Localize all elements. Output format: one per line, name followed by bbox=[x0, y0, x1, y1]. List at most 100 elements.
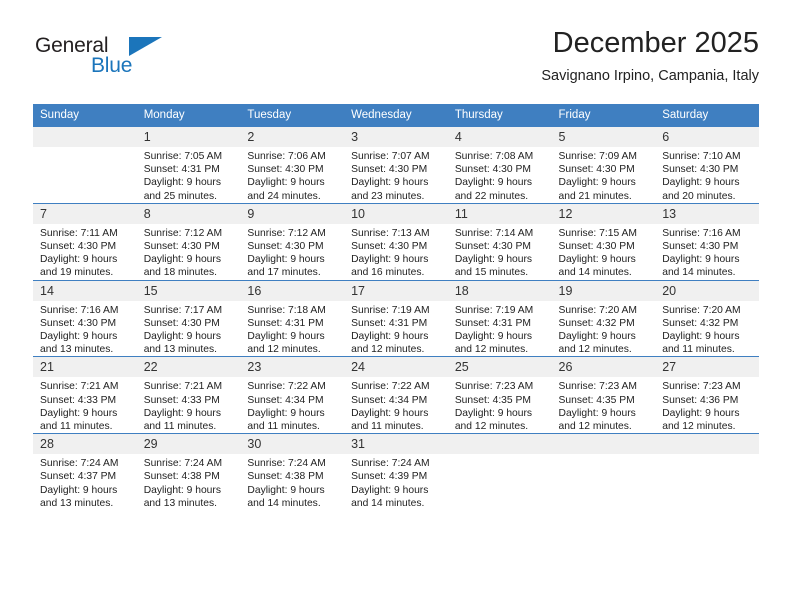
day-detail-line: Sunset: 4:31 PM bbox=[247, 317, 324, 329]
calendar-day-cell[interactable]: 16 Sunrise: 7:18 AM Sunset: 4:31 PM Dayligh… bbox=[240, 279, 345, 357]
day-number: 29 bbox=[136, 434, 241, 455]
day-detail-line: Sunrise: 7:06 AM bbox=[247, 151, 326, 162]
day-detail-line: Daylight: 9 hours bbox=[351, 484, 429, 496]
day-detail-line: and 11 minutes. bbox=[143, 421, 217, 433]
day-detail-line: Sunset: 4:30 PM bbox=[143, 241, 220, 253]
day-number: 16 bbox=[240, 280, 345, 301]
day-detail-line: Daylight: 9 hours bbox=[558, 407, 636, 419]
day-detail-line: Daylight: 9 hours bbox=[143, 484, 221, 496]
day-number: 2 bbox=[240, 127, 345, 147]
day-detail-line: Sunset: 4:30 PM bbox=[662, 241, 739, 253]
day-details: Sunrise: 7:08 AM Sunset: 4:30 PM Daylight:… bbox=[448, 147, 552, 203]
calendar-day-cell[interactable]: 27 Sunrise: 7:23 AM Sunset: 4:36 PM Dayligh… bbox=[655, 356, 759, 434]
day-number: 28 bbox=[33, 434, 137, 455]
day-detail-line: Sunset: 4:37 PM bbox=[40, 471, 117, 483]
day-detail-line: Sunrise: 7:08 AM bbox=[454, 151, 534, 162]
calendar-empty-cell bbox=[33, 126, 137, 204]
day-detail-line: Sunset: 4:30 PM bbox=[143, 317, 220, 329]
weekday-header-monday: Monday bbox=[136, 104, 241, 127]
calendar-day-cell[interactable]: 5 Sunrise: 7:09 AM Sunset: 4:30 PM Daylight… bbox=[551, 126, 656, 204]
day-detail-line: Daylight: 9 hours bbox=[143, 254, 221, 266]
day-detail-line: Sunset: 4:39 PM bbox=[351, 471, 428, 483]
day-number: 6 bbox=[655, 127, 759, 147]
calendar-day-cell[interactable]: 26 Sunrise: 7:23 AM Sunset: 4:35 PM Dayligh… bbox=[551, 356, 656, 434]
day-detail-line: and 14 minutes. bbox=[351, 497, 425, 509]
day-details: Sunrise: 7:24 AM Sunset: 4:39 PM Daylight:… bbox=[344, 454, 448, 510]
day-detail-line: and 12 minutes. bbox=[247, 344, 321, 356]
day-number: 5 bbox=[551, 127, 656, 147]
day-detail-line: Sunrise: 7:09 AM bbox=[558, 151, 637, 162]
calendar-day-cell[interactable]: 11 Sunrise: 7:14 AM Sunset: 4:30 PM Dayligh… bbox=[447, 202, 552, 281]
day-detail-line: Daylight: 9 hours bbox=[143, 331, 221, 343]
calendar-day-cell[interactable]: 18 Sunrise: 7:19 AM Sunset: 4:31 PM Dayligh… bbox=[447, 279, 552, 357]
calendar-day-cell[interactable]: 9 Sunrise: 7:12 AM Sunset: 4:30 PM Daylight… bbox=[240, 202, 345, 281]
calendar-day-cell[interactable]: 14 Sunrise: 7:16 AM Sunset: 4:30 PM Dayligh… bbox=[33, 279, 137, 357]
calendar-day-cell[interactable]: 4 Sunrise: 7:08 AM Sunset: 4:30 PM Daylight… bbox=[447, 126, 552, 204]
calendar-day-cell[interactable]: 22 Sunrise: 7:21 AM Sunset: 4:33 PM Dayligh… bbox=[136, 356, 241, 434]
calendar-day-cell[interactable]: 31 Sunrise: 7:24 AM Sunset: 4:39 PM Dayligh… bbox=[344, 433, 448, 511]
day-number: 26 bbox=[551, 357, 656, 378]
calendar-day-cell[interactable]: 6 Sunrise: 7:10 AM Sunset: 4:30 PM Daylight… bbox=[655, 126, 759, 204]
day-details: Sunrise: 7:12 AM Sunset: 4:30 PM Daylight:… bbox=[240, 224, 344, 280]
weekday-header-saturday: Saturday bbox=[655, 104, 759, 127]
day-details: Sunrise: 7:09 AM Sunset: 4:30 PM Daylight:… bbox=[552, 147, 656, 203]
calendar-day-cell[interactable]: 21 Sunrise: 7:21 AM Sunset: 4:33 PM Dayligh… bbox=[33, 356, 137, 434]
day-detail-line: Sunset: 4:31 PM bbox=[143, 164, 220, 176]
calendar-day-cell[interactable]: 13 Sunrise: 7:16 AM Sunset: 4:30 PM Dayligh… bbox=[655, 202, 759, 281]
day-details: Sunrise: 7:23 AM Sunset: 4:35 PM Daylight:… bbox=[552, 377, 656, 433]
general-blue-logo[interactable]: General Blue bbox=[35, 34, 235, 92]
day-details: Sunrise: 7:13 AM Sunset: 4:30 PM Daylight:… bbox=[344, 224, 448, 280]
calendar-day-cell[interactable]: 29 Sunrise: 7:24 AM Sunset: 4:38 PM Dayligh… bbox=[136, 433, 241, 511]
day-detail-line: Sunrise: 7:14 AM bbox=[454, 227, 534, 239]
day-details: Sunrise: 7:22 AM Sunset: 4:34 PM Daylight:… bbox=[344, 377, 448, 433]
day-details: Sunrise: 7:11 AM Sunset: 4:30 PM Daylight:… bbox=[33, 224, 137, 280]
calendar-day-cell[interactable]: 24 Sunrise: 7:22 AM Sunset: 4:34 PM Dayligh… bbox=[344, 356, 448, 434]
day-number: 11 bbox=[447, 203, 552, 224]
day-detail-line: and 12 minutes. bbox=[558, 421, 632, 433]
day-details: Sunrise: 7:22 AM Sunset: 4:34 PM Daylight:… bbox=[240, 377, 344, 433]
day-details: Sunrise: 7:19 AM Sunset: 4:31 PM Daylight:… bbox=[344, 301, 448, 357]
day-detail-line: Sunset: 4:31 PM bbox=[351, 317, 428, 329]
day-number bbox=[33, 127, 137, 147]
day-detail-line: Sunset: 4:33 PM bbox=[143, 394, 220, 406]
day-detail-line: Daylight: 9 hours bbox=[454, 407, 533, 419]
day-detail-line: and 23 minutes. bbox=[351, 190, 425, 202]
day-number: 27 bbox=[655, 357, 759, 378]
calendar-day-cell[interactable]: 23 Sunrise: 7:22 AM Sunset: 4:34 PM Dayligh… bbox=[240, 356, 345, 434]
day-detail-line: Daylight: 9 hours bbox=[662, 331, 740, 343]
calendar-day-cell[interactable]: 15 Sunrise: 7:17 AM Sunset: 4:30 PM Dayligh… bbox=[136, 279, 241, 357]
calendar-day-cell[interactable]: 7 Sunrise: 7:11 AM Sunset: 4:30 PM Daylight… bbox=[33, 202, 137, 281]
calendar-day-cell[interactable]: 2 Sunrise: 7:06 AM Sunset: 4:30 PM Daylight… bbox=[240, 126, 345, 204]
day-detail-line: Sunset: 4:34 PM bbox=[351, 394, 428, 406]
weekday-header-row: Sunday Monday Tuesday Wednesday Thursday… bbox=[33, 104, 759, 127]
page-subtitle: Savignano Irpino, Campania, Italy bbox=[541, 68, 759, 84]
calendar-day-cell[interactable]: 20 Sunrise: 7:20 AM Sunset: 4:32 PM Dayligh… bbox=[655, 279, 759, 357]
day-details: Sunrise: 7:20 AM Sunset: 4:32 PM Daylight:… bbox=[655, 301, 759, 357]
calendar-day-cell[interactable]: 10 Sunrise: 7:13 AM Sunset: 4:30 PM Dayligh… bbox=[344, 202, 448, 281]
day-detail-line: Sunset: 4:30 PM bbox=[558, 164, 635, 176]
day-detail-line: Daylight: 9 hours bbox=[662, 254, 740, 266]
day-details: Sunrise: 7:17 AM Sunset: 4:30 PM Daylight:… bbox=[137, 301, 241, 357]
day-detail-line: Sunset: 4:30 PM bbox=[454, 241, 531, 253]
calendar-day-cell[interactable]: 17 Sunrise: 7:19 AM Sunset: 4:31 PM Dayligh… bbox=[344, 279, 448, 357]
calendar-day-cell[interactable]: 28 Sunrise: 7:24 AM Sunset: 4:37 PM Dayligh… bbox=[33, 433, 137, 511]
calendar-day-cell[interactable]: 12 Sunrise: 7:15 AM Sunset: 4:30 PM Dayligh… bbox=[551, 202, 656, 281]
calendar-grid: Sunday Monday Tuesday Wednesday Thursday… bbox=[33, 104, 759, 511]
calendar-day-cell[interactable]: 1 Sunrise: 7:05 AM Sunset: 4:31 PM Daylight… bbox=[136, 126, 241, 204]
day-detail-line: and 18 minutes. bbox=[143, 267, 217, 279]
calendar-day-cell[interactable]: 8 Sunrise: 7:12 AM Sunset: 4:30 PM Daylight… bbox=[136, 202, 241, 281]
calendar-day-cell[interactable]: 19 Sunrise: 7:20 AM Sunset: 4:32 PM Dayligh… bbox=[551, 279, 656, 357]
day-detail-line: and 12 minutes. bbox=[558, 344, 632, 356]
calendar-day-cell[interactable]: 30 Sunrise: 7:24 AM Sunset: 4:38 PM Dayligh… bbox=[240, 433, 345, 511]
calendar-day-cell[interactable]: 3 Sunrise: 7:07 AM Sunset: 4:30 PM Daylight… bbox=[344, 126, 448, 204]
day-detail-line: Sunrise: 7:05 AM bbox=[143, 151, 223, 162]
day-details: Sunrise: 7:24 AM Sunset: 4:38 PM Daylight:… bbox=[137, 454, 241, 510]
day-detail-line: Sunset: 4:33 PM bbox=[40, 394, 117, 406]
calendar-day-cell[interactable]: 25 Sunrise: 7:23 AM Sunset: 4:35 PM Dayligh… bbox=[447, 356, 552, 434]
day-details: Sunrise: 7:16 AM Sunset: 4:30 PM Daylight:… bbox=[33, 301, 137, 357]
day-number: 10 bbox=[344, 203, 448, 224]
day-details: Sunrise: 7:21 AM Sunset: 4:33 PM Daylight:… bbox=[33, 377, 137, 433]
day-number bbox=[551, 434, 656, 455]
day-detail-line: Daylight: 9 hours bbox=[247, 331, 325, 343]
day-detail-line: Daylight: 9 hours bbox=[351, 331, 429, 343]
